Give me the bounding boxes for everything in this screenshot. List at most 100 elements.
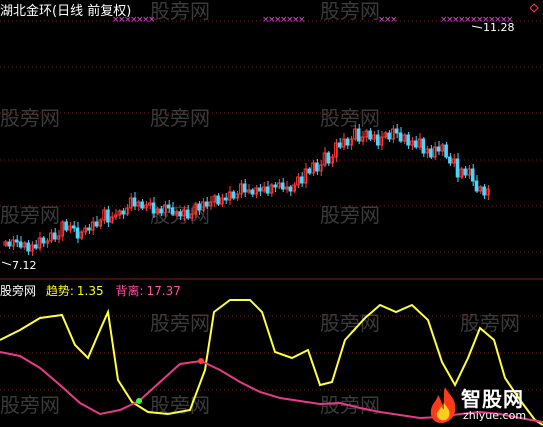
candle-body: [64, 221, 68, 231]
candle-body: [94, 221, 99, 227]
flame-icon: [430, 387, 456, 423]
candle-body: [223, 197, 228, 201]
candle-body: [356, 128, 361, 142]
candle-body: [75, 227, 80, 239]
trend-label: 趋势:: [45, 284, 74, 298]
candle-body: [216, 195, 220, 205]
logo-url: zhiyue.com: [463, 409, 527, 422]
candle-body: [463, 168, 467, 176]
candle-body: [41, 237, 46, 244]
watermark-text: 股旁网: [0, 393, 60, 417]
candle-body: [288, 186, 293, 192]
candle-body: [106, 209, 110, 223]
candle-body: [482, 186, 486, 196]
candle-body: [315, 162, 319, 172]
logo-text: 智股网: [461, 387, 524, 411]
candle-body: [326, 152, 331, 164]
watermark-text: 股旁网: [320, 106, 380, 130]
low-price-pointer: [1, 261, 12, 266]
candle-body: [470, 168, 475, 182]
candle-body: [337, 142, 342, 148]
watermark-layer: 股旁网股旁网股旁网股旁网股旁网股旁网股旁网股旁网股旁网股旁网股旁网股旁网股旁网股…: [0, 0, 520, 417]
candle-body: [345, 138, 350, 146]
indicator-name: 股旁网: [0, 284, 37, 298]
candle-body: [204, 201, 209, 207]
watermark-text: 股旁网: [320, 0, 380, 23]
candle-body: [307, 168, 312, 174]
indicator-legend: 股旁网 趋势: 1.35 背离: 17.37: [0, 282, 181, 299]
candle-body: [68, 225, 72, 231]
candle-body: [265, 186, 270, 194]
high-price-label: 11.28: [483, 21, 515, 34]
candle-body: [250, 189, 255, 195]
candle-body: [406, 134, 410, 146]
candle-body: [436, 146, 441, 152]
signal-marker: ×: [148, 15, 156, 25]
candle-body: [18, 241, 23, 248]
candle-body: [429, 148, 433, 158]
candle-body: [151, 202, 156, 214]
candle-body: [166, 204, 171, 209]
candle-body: [292, 184, 296, 192]
cross-point-green: [136, 398, 142, 404]
candle-body: [413, 140, 418, 148]
stock-chart: 股旁网股旁网股旁网股旁网股旁网股旁网股旁网股旁网股旁网股旁网股旁网股旁网股旁网股…: [0, 0, 543, 426]
candle-body: [125, 207, 129, 215]
candle-body: [49, 232, 53, 242]
watermark-text: 股旁网: [150, 311, 210, 335]
candle-body: [159, 208, 163, 214]
candle-body: [455, 158, 460, 178]
divergence-label: 背离:: [115, 284, 144, 298]
candle-body: [242, 183, 247, 193]
candle-body: [280, 182, 285, 190]
candle-body: [311, 162, 315, 174]
candle-body: [387, 132, 391, 140]
candle-body: [132, 197, 137, 207]
cross-point-red: [198, 358, 204, 364]
candle-body: [26, 242, 30, 252]
candle-body: [448, 156, 452, 164]
site-logo: 智股网 zhiyue.com: [427, 385, 539, 425]
candle-body: [185, 209, 190, 219]
candlestick-series: [3, 124, 490, 256]
candle-body: [197, 203, 201, 211]
candle-body: [368, 130, 372, 140]
candle-body: [349, 138, 353, 146]
candle-body: [33, 244, 38, 249]
watermark-text: 股旁网: [320, 311, 380, 335]
candle-body: [394, 128, 399, 134]
candle-body: [398, 132, 403, 142]
candle-body: [421, 138, 426, 154]
watermark-text: 股旁网: [0, 106, 60, 130]
candle-body: [231, 191, 236, 199]
stock-title: 湖北金环(日线 前复权): [0, 4, 132, 19]
candle-body: [273, 184, 277, 188]
candle-body: [474, 180, 479, 192]
watermark-text: 股旁网: [0, 203, 60, 227]
candle-body: [140, 201, 144, 209]
candle-body: [14, 239, 19, 243]
signal-marker: ×: [390, 15, 398, 25]
candle-body: [299, 176, 304, 184]
watermark-text: 股旁网: [460, 311, 520, 335]
candle-body: [52, 232, 57, 240]
high-price-pointer: [471, 25, 483, 29]
candle-body: [258, 187, 262, 192]
candle-body: [375, 134, 380, 146]
signal-marker: ×: [298, 15, 306, 25]
watermark-text: 股旁网: [150, 0, 210, 23]
low-price-label: 7.12: [12, 259, 37, 272]
watermark-text: 股旁网: [320, 203, 380, 227]
candle-body: [444, 144, 448, 158]
candle-body: [170, 207, 175, 215]
candle-body: [425, 148, 429, 154]
candle-body: [178, 211, 182, 217]
top-right-diamond: [529, 3, 539, 13]
watermark-text: 股旁网: [150, 106, 210, 130]
candle-body: [71, 225, 76, 229]
divergence-value: 17.37: [146, 284, 181, 298]
trend-value: 1.35: [76, 284, 104, 298]
candle-body: [7, 241, 11, 247]
candle-body: [87, 227, 91, 231]
candle-body: [121, 210, 125, 215]
